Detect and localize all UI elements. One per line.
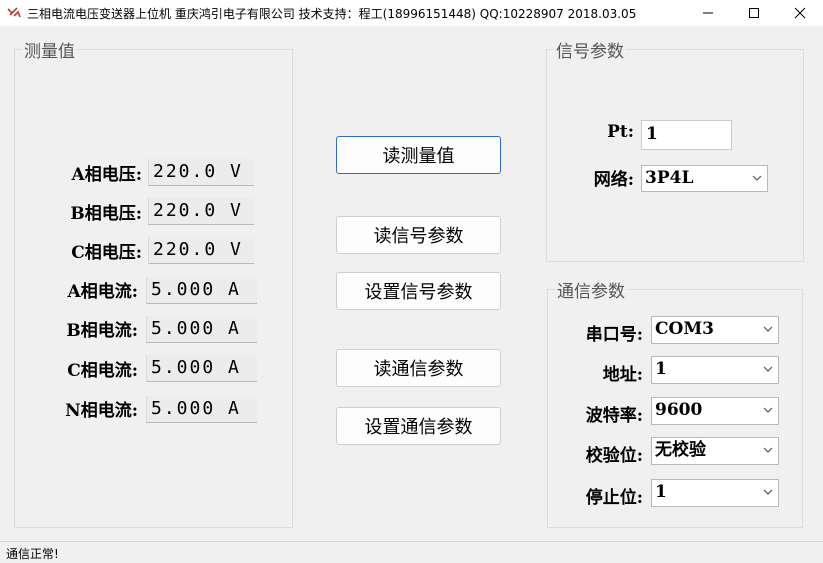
phase-a-voltage-label: A相电压: bbox=[71, 165, 142, 185]
pt-input[interactable]: 1 bbox=[641, 120, 732, 150]
window-title: 三相电流电压变送器上位机 重庆鸿引电子有限公司 技术支持：程工(18996151… bbox=[27, 7, 637, 21]
close-button[interactable] bbox=[777, 0, 823, 26]
close-icon bbox=[794, 7, 806, 19]
parity-label: 校验位: bbox=[585, 446, 643, 466]
serial-port-value: COM3 bbox=[655, 319, 714, 339]
network-select-value: 3P4L bbox=[645, 168, 694, 188]
address-select[interactable]: 1 bbox=[651, 356, 779, 384]
baud-rate-label: 波特率: bbox=[585, 406, 643, 426]
network-select[interactable]: 3P4L bbox=[641, 165, 768, 192]
phase-a-voltage-value: 220.0 V bbox=[148, 159, 254, 186]
signal-params-group-title: 信号参数 bbox=[554, 37, 626, 62]
maximize-icon bbox=[749, 8, 759, 18]
chevron-down-icon bbox=[752, 175, 762, 181]
parity-select[interactable]: 无校验 bbox=[651, 437, 779, 465]
minimize-icon bbox=[703, 12, 713, 14]
chevron-down-icon bbox=[763, 407, 773, 413]
phase-b-current-value: 5.000 A bbox=[146, 316, 257, 343]
chevron-down-icon bbox=[763, 489, 773, 495]
chevron-down-icon bbox=[763, 326, 773, 332]
serial-port-select[interactable]: COM3 bbox=[651, 316, 779, 344]
phase-b-voltage-value: 220.0 V bbox=[148, 198, 254, 225]
baud-rate-select[interactable]: 9600 bbox=[651, 397, 779, 425]
baud-rate-value: 9600 bbox=[655, 400, 703, 420]
read-comm-params-button[interactable]: 读通信参数 bbox=[336, 349, 501, 387]
phase-c-current-label: C相电流: bbox=[67, 361, 138, 381]
serial-port-label: 串口号: bbox=[585, 325, 643, 345]
phase-b-current-label: B相电流: bbox=[66, 321, 138, 341]
address-label: 地址: bbox=[602, 365, 643, 385]
phase-c-voltage-label: C相电压: bbox=[71, 243, 142, 263]
maximize-button[interactable] bbox=[731, 0, 777, 26]
chevron-down-icon bbox=[763, 366, 773, 372]
phase-a-current-label: A相电流: bbox=[67, 282, 138, 302]
parity-value: 无校验 bbox=[655, 440, 706, 460]
read-measurement-button[interactable]: 读测量值 bbox=[336, 136, 501, 174]
signal-params-group bbox=[546, 49, 804, 262]
phase-b-voltage-label: B相电压: bbox=[70, 204, 142, 224]
network-label: 网络: bbox=[593, 170, 634, 190]
stop-bits-value: 1 bbox=[655, 482, 667, 502]
set-signal-params-button[interactable]: 设置信号参数 bbox=[336, 272, 501, 310]
phase-a-current-value: 5.000 A bbox=[146, 277, 257, 304]
chevron-down-icon bbox=[763, 447, 773, 453]
phase-c-current-value: 5.000 A bbox=[146, 355, 257, 382]
status-bar: 通信正常! bbox=[0, 541, 823, 563]
title-bar: 三相电流电压变送器上位机 重庆鸿引电子有限公司 技术支持：程工(18996151… bbox=[0, 0, 823, 26]
stop-bits-label: 停止位: bbox=[585, 488, 643, 508]
read-signal-params-button[interactable]: 读信号参数 bbox=[336, 216, 501, 254]
phase-c-voltage-value: 220.0 V bbox=[148, 237, 254, 264]
status-text: 通信正常! bbox=[6, 547, 59, 561]
comm-params-group-title: 通信参数 bbox=[555, 277, 627, 302]
address-value: 1 bbox=[655, 359, 667, 379]
neutral-current-value: 5.000 A bbox=[146, 396, 257, 423]
neutral-current-label: N相电流: bbox=[65, 401, 138, 421]
app-logo-icon bbox=[7, 7, 21, 18]
measurement-group-title: 测量值 bbox=[22, 37, 77, 62]
set-comm-params-button[interactable]: 设置通信参数 bbox=[336, 407, 501, 445]
pt-label: Pt: bbox=[607, 122, 634, 142]
stop-bits-select[interactable]: 1 bbox=[651, 479, 779, 507]
minimize-button[interactable] bbox=[685, 0, 731, 26]
